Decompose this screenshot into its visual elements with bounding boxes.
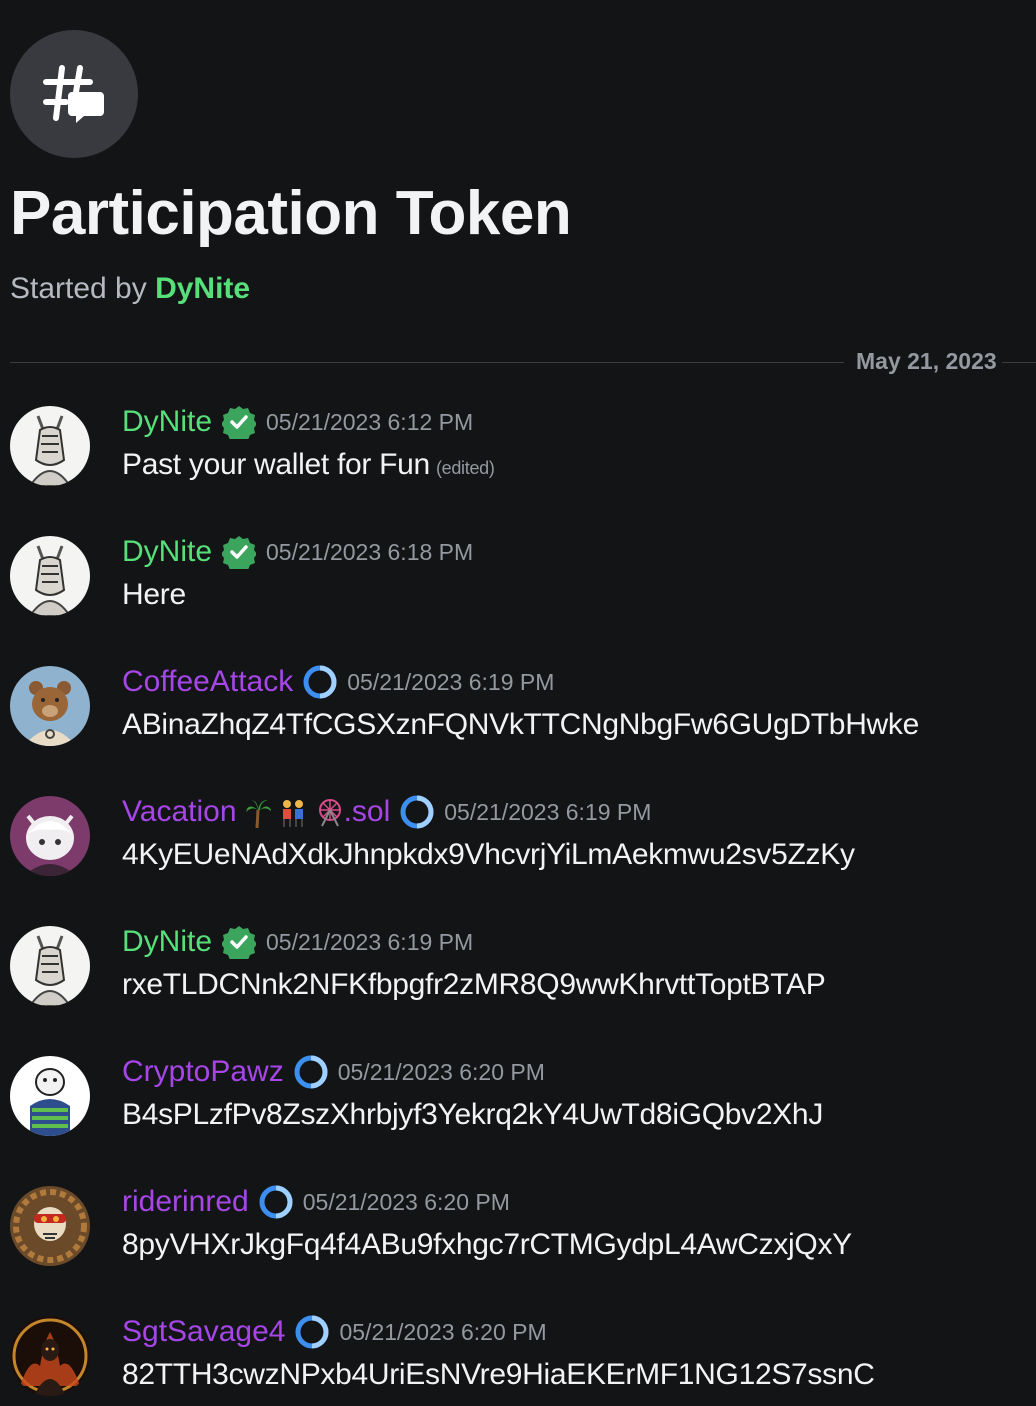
verified-check-icon (222, 535, 257, 569)
verified-check-icon (222, 405, 257, 439)
message-text: Past your wallet for Fun (122, 448, 430, 481)
date-divider: May 21, 2023 (10, 348, 1036, 374)
message-item: CryptoPawz 05/21/2023 6:20 PM B4sPLzfPv8… (0, 1055, 1036, 1166)
ring-badge-icon (303, 665, 337, 699)
message-text: B4sPLzfPv8ZszXhrbjyf3Yekrq2kY4UwTd8iGQbv… (122, 1098, 824, 1131)
ring-badge-icon (294, 1055, 328, 1089)
divider-line-left (10, 362, 844, 363)
avatar-sgtsavage4[interactable] (10, 1316, 90, 1396)
avatar-dynite[interactable] (10, 536, 90, 616)
thread-title: Participation Token (10, 179, 572, 248)
palm-tree-icon (245, 798, 271, 829)
avatar-vacation[interactable] (10, 796, 90, 876)
avatar-dynite[interactable] (10, 406, 90, 486)
message-text: rxeTLDCNnk2NFKfbpgfr2zMR8Q9wwKhrvttToptB… (122, 968, 826, 1001)
thread-author-link[interactable]: DyNite (155, 272, 250, 305)
message-text: 4KyEUeNAdXdkJhnpkdx9VhcvrjYiLmAekmwu2sv5… (122, 838, 855, 871)
timestamp: 05/21/2023 6:20 PM (339, 1318, 547, 1345)
verified-check-icon (222, 925, 257, 959)
avatar-riderinred[interactable] (10, 1186, 90, 1266)
timestamp: 05/21/2023 6:19 PM (444, 798, 652, 825)
message-header: DyNite 05/21/2023 6:12 PM (122, 402, 473, 442)
message-header: DyNite 05/21/2023 6:19 PM (122, 922, 473, 962)
timestamp: 05/21/2023 6:20 PM (302, 1188, 510, 1215)
message-header: CryptoPawz 05/21/2023 6:20 PM (122, 1052, 545, 1092)
username[interactable]: SgtSavage4 (122, 1315, 285, 1349)
message-text: 8pyVHXrJkgFq4f4ABu9fxhgc7rCTMGydpL4AwCzx… (122, 1228, 852, 1261)
message-item: CoffeeAttack 05/21/2023 6:19 PM ABinaZhq… (0, 665, 1036, 776)
hashtag-chat-icon (43, 65, 104, 123)
message-text: 82TTH3cwzNPxb4UriEsNVre9HiaEKErMF1NG12S7… (122, 1358, 875, 1391)
avatar-coffeeattack[interactable] (10, 666, 90, 746)
timestamp: 05/21/2023 6:19 PM (347, 668, 555, 695)
message-item: SgtSavage4 05/21/2023 6:20 PM 82TTH3cwzN… (0, 1315, 1036, 1406)
username-suffix: .sol (343, 795, 391, 828)
username[interactable]: DyNite (122, 405, 212, 439)
username-text: Vacation (122, 795, 237, 828)
message-header: DyNite 05/21/2023 6:18 PM (122, 532, 473, 572)
avatar-cryptopawz[interactable] (10, 1056, 90, 1136)
message-header: CoffeeAttack 05/21/2023 6:19 PM (122, 662, 554, 702)
thread-icon (10, 30, 138, 158)
message-text: Here (122, 578, 186, 611)
edited-label: (edited) (435, 458, 495, 478)
message-header: riderinred 05/21/2023 6:20 PM (122, 1182, 510, 1222)
timestamp: 05/21/2023 6:18 PM (266, 538, 474, 565)
message-item: DyNite 05/21/2023 6:18 PM Here (0, 535, 1036, 646)
username[interactable]: CryptoPawz (122, 1055, 284, 1089)
divider-date: May 21, 2023 (856, 348, 997, 374)
username[interactable]: CoffeeAttack (122, 665, 293, 699)
username[interactable]: DyNite (122, 535, 212, 569)
timestamp: 05/21/2023 6:19 PM (266, 928, 474, 955)
started-by-prefix: Started by (10, 272, 156, 305)
couple-icon (279, 798, 307, 828)
message-header: Vacation .sol 05/21/2023 6:19 PM (122, 792, 651, 832)
ferris-wheel-icon (316, 798, 344, 828)
username[interactable]: DyNite (122, 925, 212, 959)
divider-line-right (1002, 362, 1036, 363)
message-content: Past your wallet for Fun (edited) (122, 448, 495, 482)
message-item: DyNite 05/21/2023 6:19 PM rxeTLDCNnk2NFK… (0, 925, 1036, 1036)
avatar-dynite[interactable] (10, 926, 90, 1006)
started-by-line: Started by DyNite (10, 272, 250, 306)
ring-badge-icon (259, 1185, 293, 1219)
thread-page: Participation Token Started by DyNite Ma… (0, 0, 1036, 1406)
message-item: riderinred 05/21/2023 6:20 PM 8pyVHXrJkg… (0, 1185, 1036, 1296)
timestamp: 05/21/2023 6:12 PM (266, 408, 474, 435)
username[interactable]: Vacation .sol (122, 795, 390, 829)
message-item: DyNite 05/21/2023 6:12 PM Past your wall… (0, 405, 1036, 516)
timestamp: 05/21/2023 6:20 PM (337, 1058, 545, 1085)
ring-badge-icon (400, 795, 434, 829)
message-header: SgtSavage4 05/21/2023 6:20 PM (122, 1312, 547, 1352)
message-item: Vacation .sol 05/21/2023 6:19 PM 4KyEUeN… (0, 795, 1036, 906)
ring-badge-icon (295, 1315, 329, 1349)
username[interactable]: riderinred (122, 1185, 249, 1219)
message-text: ABinaZhqZ4TfCGSXznFQNVkTTCNgNbgFw6GUgDTb… (122, 708, 920, 741)
